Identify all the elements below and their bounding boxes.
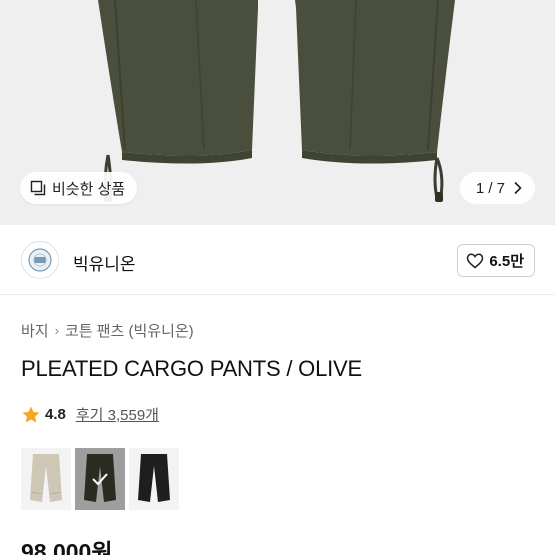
brand-logo[interactable] xyxy=(21,241,59,279)
similar-icon xyxy=(30,180,46,196)
color-option-olive[interactable] xyxy=(75,448,125,510)
pager-text: 1 / 7 xyxy=(475,179,505,197)
color-options xyxy=(21,448,179,510)
image-pager[interactable]: 1 / 7 xyxy=(459,172,535,204)
color-option-beige[interactable] xyxy=(21,448,71,510)
star-icon xyxy=(22,406,40,423)
similar-products-label: 비슷한 상품 xyxy=(52,180,126,198)
heart-icon xyxy=(467,253,484,268)
product-title: PLEATED CARGO PANTS / OLIVE xyxy=(21,356,362,381)
review-count-link[interactable]: 후기 3,559개 xyxy=(76,404,159,425)
like-count: 6.5만 xyxy=(489,253,524,270)
price: 98,000원 xyxy=(21,539,113,555)
selected-overlay xyxy=(75,448,125,510)
checkmark-icon xyxy=(92,473,108,486)
pants-thumbnail xyxy=(138,454,170,502)
brand-logo-icon xyxy=(28,248,52,272)
rating-value: 4.8 xyxy=(45,406,66,423)
color-option-black[interactable] xyxy=(129,448,179,510)
breadcrumb-item-pants[interactable]: 바지 xyxy=(21,320,49,341)
brand-row[interactable]: 빅유니온 6.5만 xyxy=(0,225,555,295)
breadcrumb-item-cotton-pants[interactable]: 코튼 팬츠 (빅유니온) xyxy=(65,320,194,341)
similar-products-button[interactable]: 비슷한 상품 xyxy=(20,172,138,204)
breadcrumb: 바지 › 코튼 팬츠 (빅유니온) xyxy=(21,320,194,341)
brand-name[interactable]: 빅유니온 xyxy=(73,250,136,275)
chevron-right-icon: › xyxy=(54,323,59,338)
rating-row: 4.8 후기 3,559개 xyxy=(21,404,159,425)
pants-thumbnail xyxy=(30,454,62,502)
like-button[interactable]: 6.5만 xyxy=(457,244,535,277)
product-image-area[interactable]: 비슷한 상품 1 / 7 xyxy=(0,0,555,225)
chevron-right-icon xyxy=(514,181,522,195)
